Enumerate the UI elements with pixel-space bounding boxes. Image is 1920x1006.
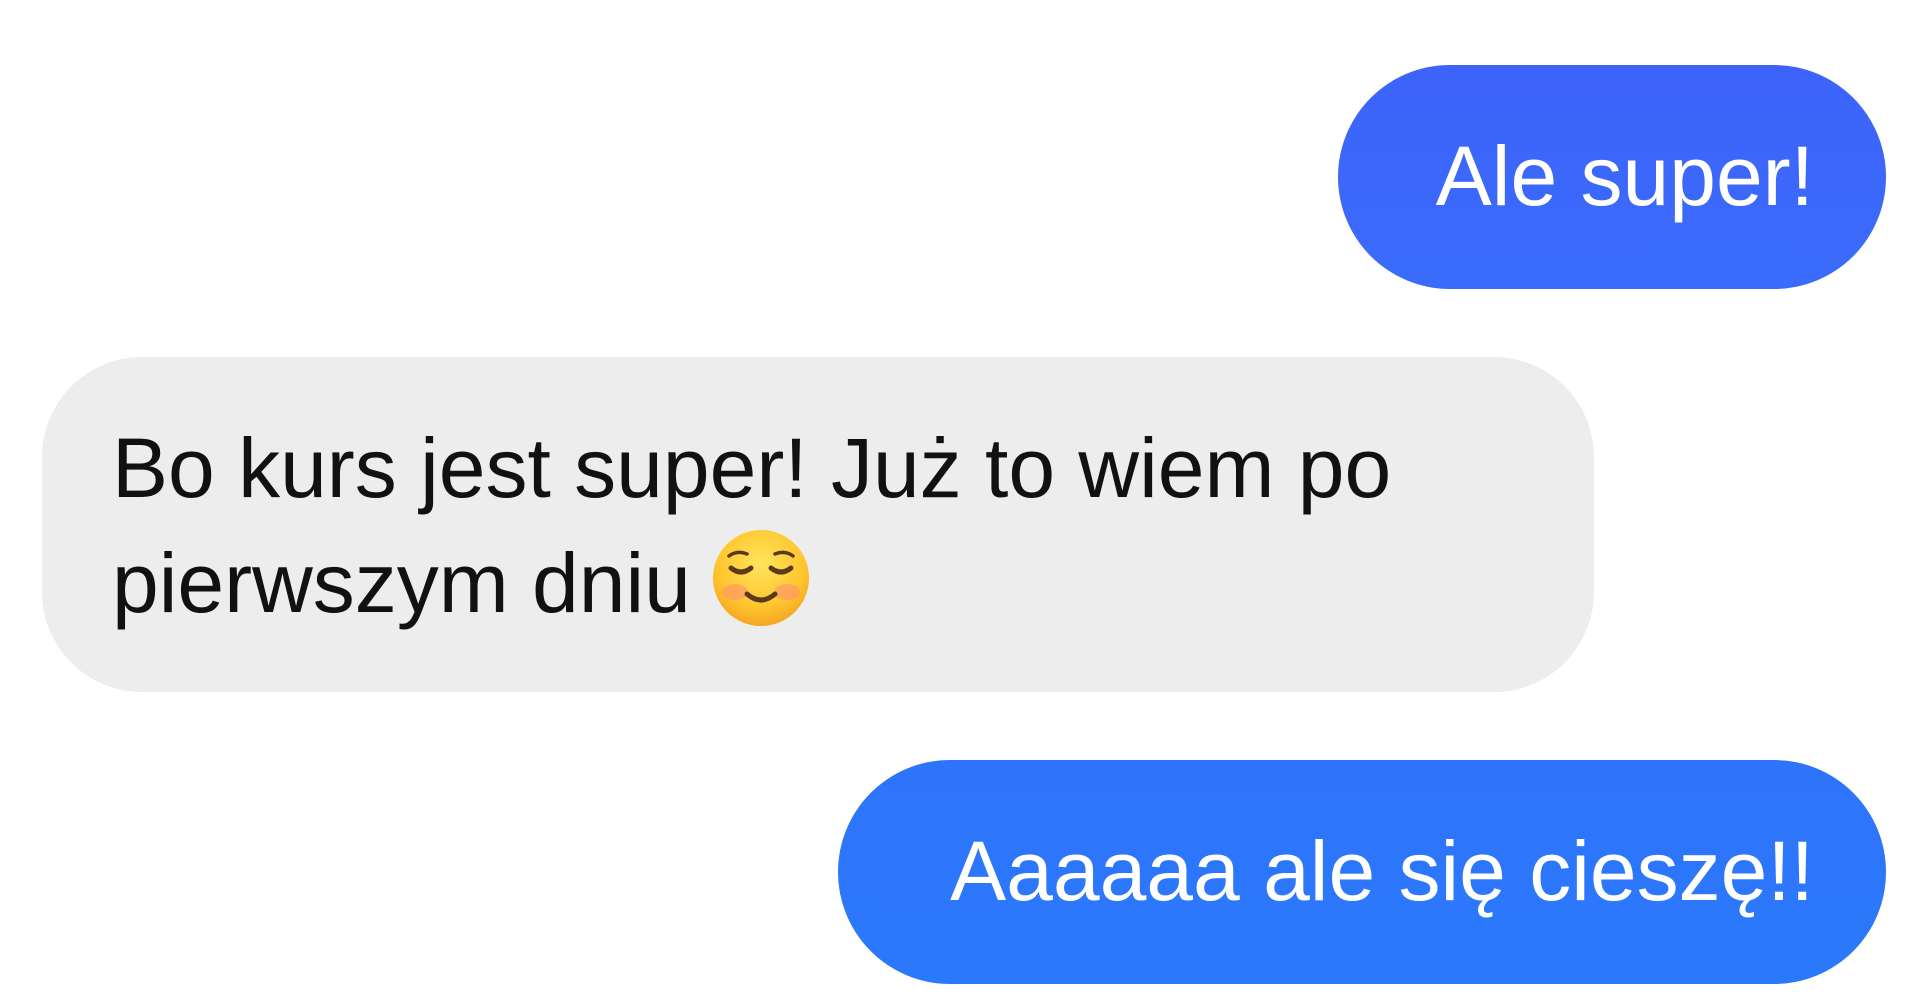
smiling-face-icon bbox=[709, 526, 813, 630]
incoming-message-bubble[interactable]: Bo kurs jest super! Już to wiem po pierw… bbox=[42, 357, 1594, 692]
outgoing-message-bubble[interactable]: Aaaaaa ale się cieszę!! bbox=[838, 760, 1886, 984]
message-text-line-2: pierwszym dniu bbox=[112, 536, 691, 630]
chat-thread: Ale super! Bo kurs jest super! Już to wi… bbox=[0, 0, 1920, 1006]
message-text-line-1: Bo kurs jest super! Już to wiem po bbox=[112, 421, 1392, 515]
outgoing-message-bubble[interactable]: Ale super! bbox=[1338, 65, 1886, 289]
message-text: Ale super! bbox=[1435, 129, 1814, 223]
message-text: Aaaaaa ale się cieszę!! bbox=[950, 824, 1814, 918]
